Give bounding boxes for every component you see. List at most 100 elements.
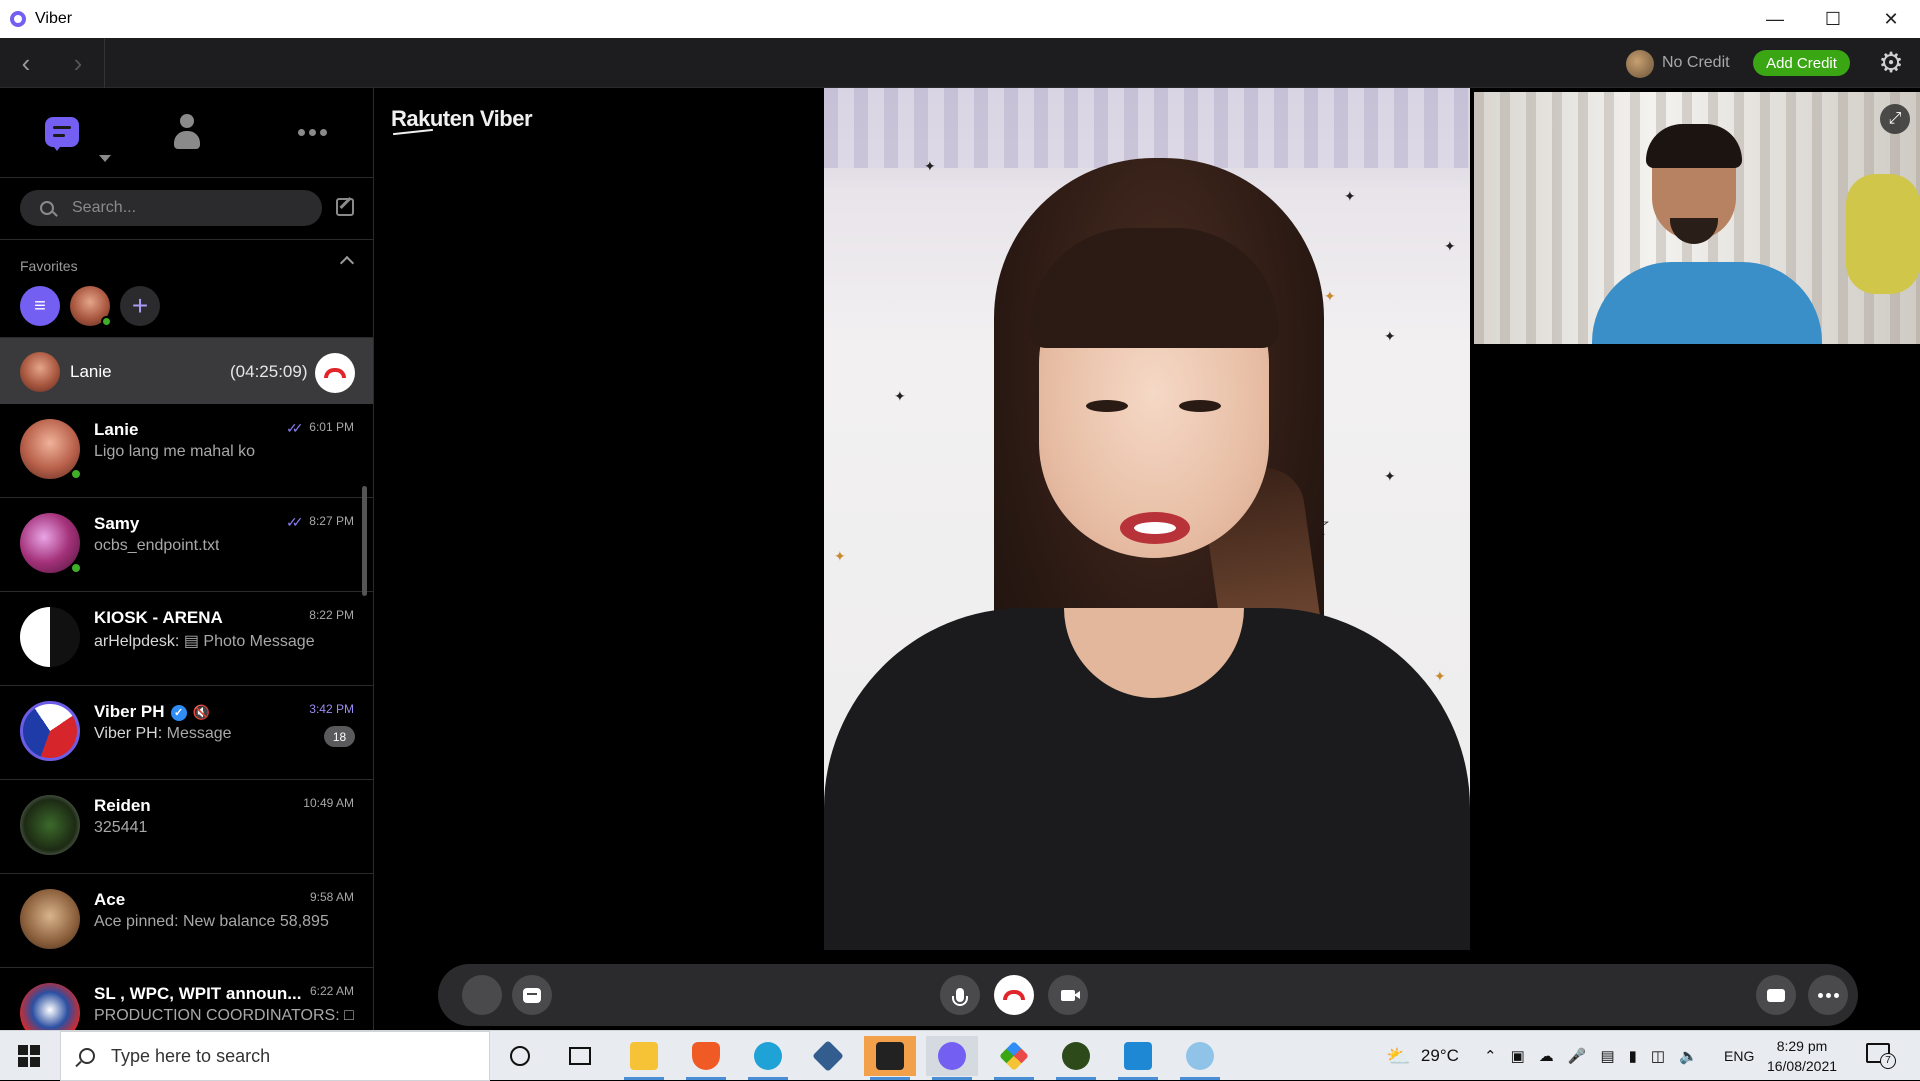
list-item[interactable]: Lanie Ligo lang me mahal ko ✓✓ 6:01 PM — [0, 404, 373, 498]
screen-share-button[interactable] — [1756, 975, 1796, 1015]
more-options-button[interactable] — [1808, 975, 1848, 1015]
end-call-button[interactable] — [315, 353, 355, 393]
avatar — [20, 607, 80, 667]
viber-logo-icon — [10, 11, 26, 27]
list-item[interactable]: Reiden 325441 10:49 AM — [0, 780, 373, 874]
double-check-icon: ✓✓ — [286, 420, 304, 436]
camera-icon — [1061, 989, 1080, 1001]
person-icon — [174, 114, 200, 150]
brave-browser-icon[interactable] — [680, 1036, 732, 1080]
compose-icon[interactable] — [336, 198, 354, 216]
chat-preview: arHelpdesk: ▤ Photo Message — [94, 633, 315, 650]
chevron-down-icon[interactable] — [99, 155, 111, 162]
active-call-duration: (04:25:09) — [230, 362, 308, 381]
favorite-checklist-icon[interactable]: ≡ — [20, 286, 60, 326]
sidebar-scrollbar[interactable] — [362, 486, 367, 596]
gear-icon[interactable]: ⚙ — [1876, 48, 1906, 78]
chevron-up-icon[interactable] — [339, 255, 355, 271]
list-item[interactable]: SL , WPC, WPIT announ... PRODUCTION COOR… — [0, 968, 373, 1030]
self-video-preview[interactable]: ⤢ — [1474, 92, 1920, 344]
participants-button[interactable] — [462, 975, 502, 1015]
chat-time: 3:42 PM — [309, 702, 354, 716]
chat-time: 6:22 AM — [309, 984, 354, 998]
maximize-button[interactable]: ☐ — [1804, 0, 1862, 38]
sidebar: Favorites ≡ + Lanie (04:25:09) Lanie Lig… — [0, 88, 374, 1030]
search-input[interactable] — [72, 199, 292, 217]
list-item[interactable]: Viber PH ✓ 🔇 Viber PH: Message 3:42 PM 18 — [0, 686, 373, 780]
close-button[interactable]: ✕ — [1862, 0, 1920, 38]
expand-icon[interactable]: ⤢ — [1880, 104, 1910, 134]
call-controls-bar — [438, 964, 1858, 1026]
edge-browser-icon[interactable] — [742, 1036, 794, 1080]
paint-icon[interactable] — [1174, 1036, 1226, 1080]
mic-icon[interactable]: 🎤 — [1568, 1047, 1587, 1065]
mute-button[interactable] — [940, 975, 980, 1015]
meet-now-icon[interactable]: ▣ — [1511, 1047, 1525, 1065]
chat-button[interactable] — [512, 975, 552, 1015]
chat-name: KIOSK - ARENA — [94, 608, 223, 627]
tab-more[interactable] — [292, 112, 332, 152]
credit-status: No Credit — [1662, 54, 1730, 71]
cortana-icon[interactable] — [494, 1036, 546, 1076]
active-call-row[interactable]: Lanie (04:25:09) — [0, 338, 373, 404]
avatar — [20, 701, 80, 761]
window-title: Viber — [35, 10, 73, 27]
favorite-contact-avatar[interactable] — [70, 286, 112, 327]
add-favorite-button[interactable]: + — [120, 286, 160, 326]
system-clock[interactable]: 8:29 pm 16/08/2021 — [1762, 1036, 1842, 1076]
onedrive-icon[interactable]: ☁ — [1539, 1047, 1554, 1065]
double-check-icon: ✓✓ — [286, 514, 304, 530]
file-explorer-icon[interactable] — [618, 1036, 670, 1080]
mic-icon — [952, 988, 968, 1006]
end-call-icon — [324, 368, 346, 378]
language-indicator[interactable]: ENG — [1724, 1031, 1754, 1081]
task-view-icon[interactable] — [554, 1036, 606, 1076]
chat-icon — [523, 987, 541, 1003]
search-box[interactable] — [20, 190, 322, 226]
minimize-button[interactable]: — — [1746, 0, 1804, 38]
screen-share-icon — [1767, 988, 1785, 1002]
camera-button[interactable] — [1048, 975, 1088, 1015]
chat-list: Lanie Ligo lang me mahal ko ✓✓ 6:01 PM S… — [0, 404, 373, 1030]
top-toolbar: ‹ › No Credit Add Credit ⚙ — [0, 38, 1920, 88]
viber-taskbar-icon[interactable] — [926, 1036, 978, 1080]
vscode-icon[interactable] — [1112, 1036, 1164, 1080]
weather-widget[interactable]: ⛅ 29°C — [1386, 1031, 1459, 1081]
start-button[interactable] — [0, 1031, 58, 1081]
chat-time: 8:27 PM — [309, 514, 354, 528]
hotspot-shield-icon[interactable] — [1050, 1036, 1102, 1080]
virtualbox-icon[interactable] — [802, 1036, 854, 1076]
chat-time: 8:22 PM — [309, 608, 354, 622]
forward-arrow-icon[interactable]: › — [52, 38, 104, 88]
chat-preview: 325441 — [94, 819, 148, 836]
list-item[interactable]: Samy ocbs_endpoint.txt ✓✓ 8:27 PM — [0, 498, 373, 592]
end-call-button[interactable] — [994, 975, 1034, 1015]
chat-name: Lanie — [94, 420, 139, 439]
online-indicator — [101, 316, 112, 327]
chat-name: Ace — [94, 890, 126, 909]
taskbar-search[interactable]: Type here to search — [60, 1031, 490, 1081]
battery-icon[interactable]: ▮ — [1629, 1047, 1637, 1065]
list-item[interactable]: Ace Ace pinned: New balance 58,895 9:58 … — [0, 874, 373, 968]
toolbar-divider — [104, 38, 105, 88]
remote-video[interactable]: ✦ ✦ ✦ ✦ ✦ ✦ ✦ ✦ ☆ ✦ — [824, 88, 1470, 950]
tab-chats[interactable] — [42, 112, 82, 152]
chevron-up-icon[interactable]: ⌃ — [1484, 1047, 1497, 1065]
chat-preview: Ligo lang me mahal ko — [94, 443, 255, 460]
volume-icon[interactable]: 🔈 — [1679, 1047, 1698, 1065]
sticky-notes-icon[interactable] — [864, 1036, 916, 1080]
account-avatar[interactable] — [1626, 50, 1654, 78]
call-view: Rakuten Viber ✦ ✦ ✦ ✦ ✦ ✦ ✦ ✦ ☆ ✦ ⤢ — [375, 88, 1920, 1030]
window-controls: — ☐ ✕ — [1746, 0, 1920, 38]
add-credit-button[interactable]: Add Credit — [1753, 50, 1850, 76]
chat-time: 9:58 AM — [309, 890, 354, 904]
network-icon[interactable]: ◫ — [1651, 1047, 1665, 1065]
chat-name: SL , WPC, WPIT announ... — [94, 984, 302, 1003]
favorites-section: Favorites ≡ + — [0, 240, 373, 338]
back-arrow-icon[interactable]: ‹ — [0, 38, 52, 88]
app-icon[interactable] — [988, 1036, 1040, 1080]
list-item[interactable]: KIOSK - ARENA arHelpdesk: ▤ Photo Messag… — [0, 592, 373, 686]
tab-contacts[interactable] — [167, 112, 207, 152]
chat-time: 6:01 PM — [309, 420, 354, 434]
display-icon[interactable]: ▤ — [1600, 1047, 1614, 1065]
